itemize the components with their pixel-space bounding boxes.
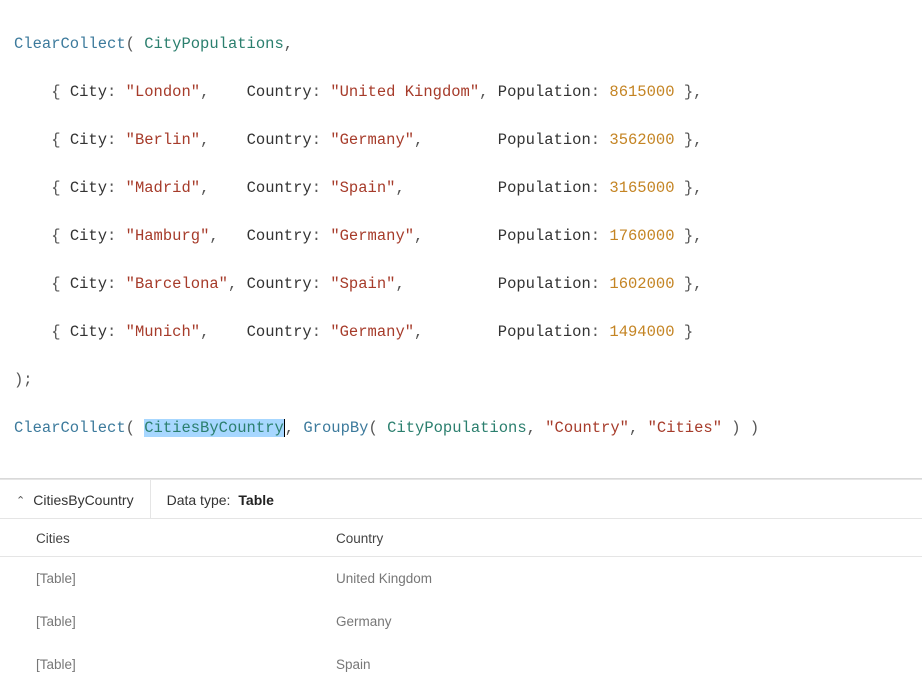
- pop-5: 1494000: [609, 323, 674, 341]
- city-1: "Berlin": [126, 131, 200, 149]
- groupby-arg2: "Cities": [648, 419, 722, 437]
- cell-cities[interactable]: [Table]: [0, 557, 300, 601]
- pop-4: 1602000: [609, 275, 674, 293]
- fn-clearcollect-1: ClearCollect: [14, 35, 126, 53]
- results-variable-name: CitiesByCountry: [33, 492, 133, 508]
- pop-1: 3562000: [609, 131, 674, 149]
- table-row[interactable]: [Table] United Kingdom: [0, 557, 922, 601]
- groupby-source: CityPopulations: [387, 419, 527, 437]
- results-datatype: Data type: Table: [151, 480, 290, 518]
- results-table: Cities Country [Table] United Kingdom [T…: [0, 519, 922, 686]
- city-0: "London": [126, 83, 200, 101]
- chevron-up-icon: ⌃: [16, 494, 25, 507]
- city-4: "Barcelona": [126, 275, 228, 293]
- results-pane: ⌃ CitiesByCountry Data type: Table Citie…: [0, 479, 922, 686]
- col-country[interactable]: Country: [300, 519, 922, 557]
- country-3: "Germany": [330, 227, 414, 245]
- table-header-row: Cities Country: [0, 519, 922, 557]
- col-cities[interactable]: Cities: [0, 519, 300, 557]
- data-type-value: Table: [238, 492, 274, 508]
- formula-editor[interactable]: ClearCollect( CityPopulations, { City: "…: [0, 0, 922, 479]
- fn-clearcollect-2: ClearCollect: [14, 419, 126, 437]
- cell-country: United Kingdom: [300, 557, 922, 601]
- table-row[interactable]: [Table] Spain: [0, 643, 922, 686]
- fn-groupby: GroupBy: [303, 419, 368, 437]
- cell-country: Spain: [300, 643, 922, 686]
- groupby-arg1: "Country": [545, 419, 629, 437]
- pop-0: 8615000: [609, 83, 674, 101]
- country-2: "Spain": [330, 179, 395, 197]
- city-5: "Munich": [126, 323, 200, 341]
- country-1: "Germany": [330, 131, 414, 149]
- city-2: "Madrid": [126, 179, 200, 197]
- table-row[interactable]: [Table] Germany: [0, 600, 922, 643]
- pop-3: 1760000: [609, 227, 674, 245]
- city-3: "Hamburg": [126, 227, 210, 245]
- results-header: ⌃ CitiesByCountry Data type: Table: [0, 480, 922, 519]
- cell-cities[interactable]: [Table]: [0, 643, 300, 686]
- cell-cities[interactable]: [Table]: [0, 600, 300, 643]
- pop-2: 3165000: [609, 179, 674, 197]
- cell-country: Germany: [300, 600, 922, 643]
- data-type-label: Data type:: [167, 492, 231, 508]
- country-4: "Spain": [330, 275, 395, 293]
- results-variable-header[interactable]: ⌃ CitiesByCountry: [0, 480, 151, 518]
- country-0: "United Kingdom": [330, 83, 479, 101]
- var-citiesbycountry-selected[interactable]: CitiesByCountry: [144, 419, 285, 437]
- country-5: "Germany": [330, 323, 414, 341]
- var-citypopulations: CityPopulations: [144, 35, 284, 53]
